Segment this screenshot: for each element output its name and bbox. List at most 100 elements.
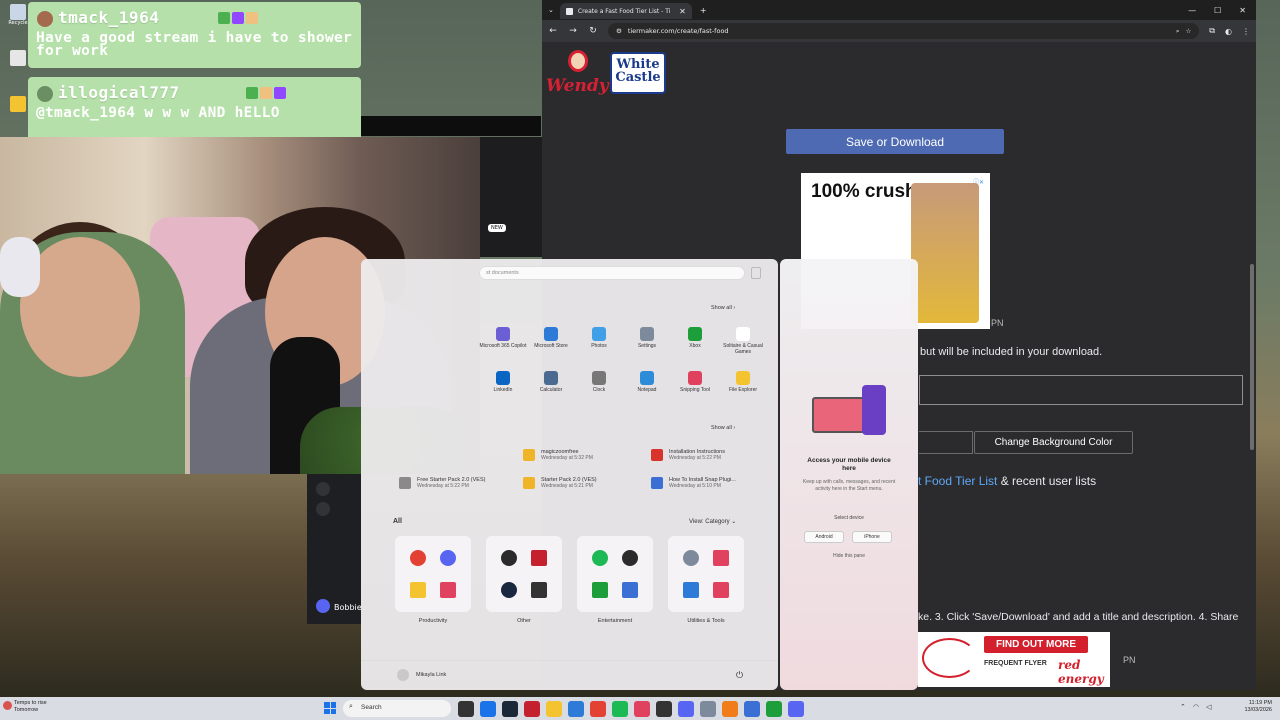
new-tag: NEW <box>488 224 506 232</box>
chrome-icon[interactable] <box>590 701 606 717</box>
category-folder[interactable] <box>577 536 653 612</box>
back-icon[interactable]: ← <box>548 26 558 36</box>
volume-icon[interactable]: ◁ <box>1206 703 1211 711</box>
app-label: Solitaire & Casual Games <box>723 343 763 355</box>
maximize-icon[interactable]: ☐ <box>1214 6 1221 15</box>
change-background-color-button[interactable]: Change Background Color <box>974 431 1133 454</box>
white-castle-logo[interactable]: White Castle <box>610 52 666 94</box>
settings-icon[interactable] <box>700 701 716 717</box>
start-menu: st documents Show all › Microsoft 365 Co… <box>361 259 778 690</box>
pinned-app[interactable]: Settings <box>623 327 671 367</box>
save-or-download-button[interactable]: Save or Download <box>786 129 1004 154</box>
red-energy-logo: red energy <box>1058 658 1104 686</box>
close-window-icon[interactable]: ✕ <box>1239 6 1246 15</box>
scroll-thumb[interactable] <box>1250 264 1254 450</box>
pinned-app[interactable]: Notepad <box>623 371 671 411</box>
edge-icon[interactable] <box>480 701 496 717</box>
bookmark-icon[interactable]: ☆ <box>1185 27 1191 35</box>
menu-icon[interactable]: ⋮ <box>1242 27 1250 36</box>
zoom-icon[interactable]: ⌕ <box>1176 27 1180 36</box>
user-name[interactable]: Mikayla Link <box>416 672 446 678</box>
steam-icon[interactable] <box>502 701 518 717</box>
title-input[interactable] <box>919 375 1243 405</box>
pinned-app[interactable]: Snipping Tool <box>671 371 719 411</box>
recommended-time: Wednesday at 5:21 PM <box>541 483 593 489</box>
xbox-icon[interactable] <box>766 701 782 717</box>
view-category-dropdown[interactable]: View: Category ⌄ <box>689 518 736 525</box>
phone-link-pane: Access your mobile device here Keep up w… <box>780 259 918 690</box>
task-view-icon[interactable] <box>458 701 474 717</box>
extensions-icon[interactable]: ⧉ <box>1209 26 1215 36</box>
app-icon-2[interactable] <box>722 701 738 717</box>
search-option-icon[interactable] <box>751 267 761 279</box>
recommended-item[interactable]: Installation Instructions Wednesday at 5:… <box>651 449 725 461</box>
iphone-button[interactable]: iPhone <box>852 531 892 543</box>
clock[interactable]: 11:19 PM 13/03/2026 <box>1238 700 1272 714</box>
pinned-app[interactable]: Clock <box>575 371 623 411</box>
pinned-app[interactable]: Calculator <box>527 371 575 411</box>
new-tab-icon[interactable]: + <box>700 6 707 15</box>
file-explorer-icon[interactable] <box>546 701 562 717</box>
recommended-item[interactable]: magiczoomfree Wednesday at 5:32 PM <box>523 449 593 461</box>
obs-icon[interactable] <box>656 701 672 717</box>
pinned-app[interactable]: Microsoft Store <box>527 327 575 367</box>
pinned-app[interactable]: Photos <box>575 327 623 367</box>
store-icon[interactable] <box>568 701 584 717</box>
category-folder[interactable] <box>486 536 562 612</box>
category-folder[interactable] <box>395 536 471 612</box>
apps-icon <box>713 582 729 598</box>
power-icon[interactable]: ⏻ <box>736 670 743 681</box>
user-avatar[interactable] <box>397 669 409 681</box>
weather-icon[interactable] <box>3 701 12 710</box>
profile-icon[interactable]: ◐ <box>1225 27 1232 36</box>
find-out-more-button[interactable]: FIND OUT MORE <box>984 636 1088 653</box>
hide-pane-link[interactable]: Hide this pane <box>800 553 898 559</box>
tiktok-icon[interactable] <box>634 701 650 717</box>
recommended-item[interactable]: How To Install Snap Plugi... Wednesday at… <box>651 477 736 489</box>
pinned-app[interactable]: LinkedIn <box>479 371 527 411</box>
ad-info-icon[interactable]: ⓘ✕ <box>973 177 984 186</box>
category-folder[interactable] <box>668 536 744 612</box>
xbox-icon <box>688 327 702 341</box>
partial-button[interactable] <box>919 431 973 454</box>
app-label: Snipping Tool <box>680 387 710 393</box>
address-bar[interactable]: ⚙ tiermaker.com/create/fast-food ⌕ ☆ <box>608 23 1200 39</box>
pinned-app[interactable]: Solitaire & Casual Games <box>719 327 767 367</box>
app-icon-4[interactable] <box>788 701 804 717</box>
wifi-icon[interactable]: ◠ <box>1193 703 1199 711</box>
advertisement-bottom[interactable]: FIND OUT MORE FREQUENT FLYER red energy <box>918 632 1110 687</box>
pinned-app[interactable]: Microsoft 365 Copilot <box>479 327 527 367</box>
start-search-input[interactable]: st documents <box>479 266 745 280</box>
spotify-icon[interactable] <box>612 701 628 717</box>
app-label: Photos <box>591 343 607 349</box>
chevron-up-icon[interactable]: ⌃ <box>1180 703 1186 711</box>
forward-icon[interactable]: → <box>568 26 578 36</box>
date-text: 13/03/2026 <box>1244 707 1272 713</box>
taskbar-search[interactable]: ⌕ Search <box>343 700 451 717</box>
recommended-show-all-link[interactable]: Show all › <box>711 425 735 431</box>
page-scrollbar[interactable] <box>1248 42 1256 690</box>
app-icon-3[interactable] <box>744 701 760 717</box>
explore-icon[interactable] <box>316 502 330 516</box>
pinned-app[interactable]: File Explorer <box>719 371 767 411</box>
close-icon[interactable]: ✕ <box>679 7 686 16</box>
user-avatar[interactable] <box>316 599 330 613</box>
wendys-logo[interactable]: Wendy's <box>546 48 623 100</box>
android-button[interactable]: Android <box>804 531 844 543</box>
pinned-app[interactable]: Xbox <box>671 327 719 367</box>
app-icon[interactable] <box>524 701 540 717</box>
tier-list-link[interactable]: t Food Tier List <box>918 474 997 488</box>
site-info-icon[interactable]: ⚙ <box>616 27 622 35</box>
recommended-item[interactable]: Free Starter Pack 2.0 (VES) Wednesday at … <box>399 477 485 489</box>
discord-icon[interactable] <box>678 701 694 717</box>
add-server-icon[interactable] <box>316 482 330 496</box>
minimize-icon[interactable]: — <box>1188 6 1196 15</box>
tab-search-icon[interactable]: ⌄ <box>548 6 554 14</box>
clock-icon <box>592 371 606 385</box>
start-button-icon[interactable] <box>324 702 336 714</box>
browser-tab[interactable]: Create a Fast Food Tier List - Ti ✕ <box>559 3 692 19</box>
reload-icon[interactable]: ↻ <box>588 26 598 36</box>
recommended-item[interactable]: Starter Pack 2.0 (VES) Wednesday at 5:21 … <box>523 477 597 489</box>
weather-widget[interactable]: Temps to rise Tomorrow <box>14 700 47 714</box>
pinned-show-all-link[interactable]: Show all › <box>711 305 735 311</box>
